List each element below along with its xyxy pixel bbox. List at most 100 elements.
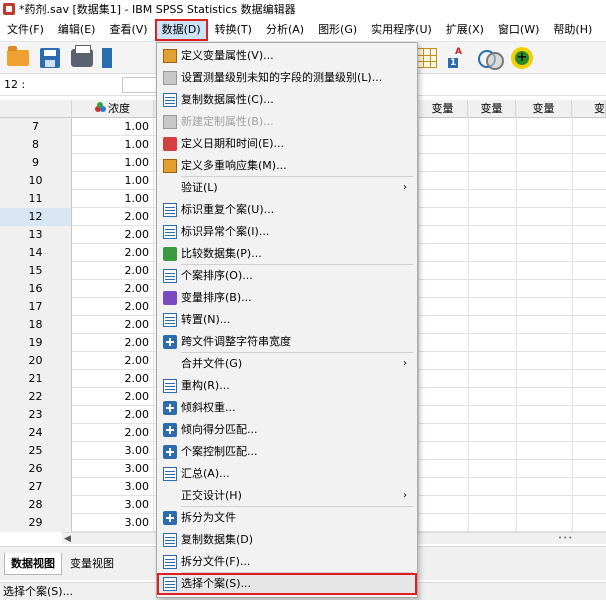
cell-value[interactable]: 2.00 [72,388,154,406]
cell-value[interactable]: 1.00 [72,154,154,172]
row-number[interactable]: 14 [0,244,72,262]
tab-data-view[interactable]: 数据视图 [4,553,62,575]
cell-value[interactable]: 2.00 [72,280,154,298]
row-number[interactable]: 11 [0,190,72,208]
cell-value[interactable]: 2.00 [72,352,154,370]
data-menu-item[interactable]: 拆分为文件 [157,507,417,529]
column-divider [418,226,419,244]
corner-cell[interactable] [0,100,72,118]
menu-0[interactable]: 文件(F) [0,19,51,41]
menu-4[interactable]: 转换(T) [208,19,259,41]
menu-2[interactable]: 查看(V) [102,19,154,41]
row-number[interactable]: 29 [0,514,72,532]
data-menu-item[interactable]: 变量排序(B)... [157,287,417,309]
row-number[interactable]: 19 [0,334,72,352]
data-menu-item[interactable]: 定义日期和时间(E)... [157,133,417,155]
cell-value[interactable]: 3.00 [72,478,154,496]
data-menu-item[interactable]: 复制数据属性(C)... [157,89,417,111]
cell-value[interactable]: 2.00 [72,424,154,442]
data-menu-item[interactable]: 个案控制匹配... [157,441,417,463]
cell-value[interactable]: 3.00 [72,514,154,532]
cell-value[interactable]: 2.00 [72,316,154,334]
row-number[interactable]: 27 [0,478,72,496]
row-number[interactable]: 22 [0,388,72,406]
menu-1[interactable]: 编辑(E) [51,19,103,41]
row-number[interactable]: 15 [0,262,72,280]
row-number[interactable]: 18 [0,316,72,334]
cell-value[interactable]: 2.00 [72,334,154,352]
row-number[interactable]: 20 [0,352,72,370]
data-menu-item[interactable]: 倾斜权重... [157,397,417,419]
column-divider [468,388,469,406]
extension-hub-button[interactable]: + [508,45,536,71]
data-menu-item[interactable]: 拆分文件(F)... [157,551,417,573]
row-number[interactable]: 26 [0,460,72,478]
data-menu-item[interactable]: 设置测量级别未知的字段的测量级别(L)... [157,67,417,89]
data-menu-item[interactable]: 复制数据集(D) [157,529,417,551]
menu-9[interactable]: 窗口(W) [491,19,546,41]
cell-value[interactable]: 1.00 [72,118,154,136]
cell-value[interactable]: 2.00 [72,406,154,424]
cell-value[interactable]: 3.00 [72,442,154,460]
row-number[interactable]: 24 [0,424,72,442]
print-button[interactable] [68,44,96,71]
cell-value[interactable]: 2.00 [72,226,154,244]
menu-3[interactable]: 数据(D) [154,18,208,41]
data-menu-item[interactable]: 比较数据集(P)... [157,243,417,265]
cell-value[interactable]: 2.00 [72,298,154,316]
column-header[interactable]: 变量 [516,100,572,118]
row-number[interactable]: 25 [0,442,72,460]
column-header-variable[interactable]: 浓度 [72,100,154,118]
data-menu-item[interactable]: 倾向得分匹配... [157,419,417,441]
cell-value[interactable]: 2.00 [72,208,154,226]
open-file-button[interactable] [4,45,32,71]
row-number[interactable]: 13 [0,226,72,244]
row-number[interactable]: 12 [0,208,72,226]
row-number[interactable]: 9 [0,154,72,172]
data-menu-item[interactable]: 合并文件(G) › [157,353,417,375]
value-labels-button[interactable]: A1 [444,45,472,71]
cell-value[interactable]: 3.00 [72,496,154,514]
cell-value[interactable]: 3.00 [72,460,154,478]
cell-value[interactable]: 2.00 [72,244,154,262]
data-menu-item[interactable]: 正交设计(H) › [157,485,417,507]
menu-8[interactable]: 扩展(X) [439,19,491,41]
data-menu-item[interactable]: 标识异常个案(I)... [157,221,417,243]
row-number[interactable]: 28 [0,496,72,514]
row-number[interactable]: 8 [0,136,72,154]
menu-10[interactable]: 帮助(H) [546,19,599,41]
data-menu-item[interactable]: 跨文件调整字符串宽度 [157,331,417,353]
scroll-grip-icon[interactable]: ••• [558,535,576,542]
cell-value[interactable]: 2.00 [72,370,154,388]
data-menu-item[interactable]: 汇总(A)... [157,463,417,485]
scroll-left-icon[interactable]: ◀ [64,533,71,545]
cell-value[interactable]: 1.00 [72,136,154,154]
column-header[interactable]: 变量 [418,100,468,118]
row-number[interactable]: 16 [0,280,72,298]
data-menu-item[interactable]: 个案排序(O)... [157,265,417,287]
data-menu-item[interactable]: 验证(L) › [157,177,417,199]
data-menu-item[interactable]: 选择个案(S)... [157,573,417,595]
column-header[interactable]: 变 [572,100,606,118]
cell-value[interactable]: 1.00 [72,172,154,190]
row-number[interactable]: 21 [0,370,72,388]
menu-5[interactable]: 分析(A) [259,19,311,41]
data-menu-item[interactable]: 转置(N)... [157,309,417,331]
column-header[interactable]: 变量 [468,100,516,118]
menu-6[interactable]: 图形(G) [311,19,364,41]
cell-value[interactable]: 2.00 [72,262,154,280]
menu-7[interactable]: 实用程序(U) [364,19,439,41]
row-number[interactable]: 23 [0,406,72,424]
data-menu-item[interactable]: 定义变量属性(V)... [157,45,417,67]
row-number[interactable]: 10 [0,172,72,190]
recall-dialog-button[interactable] [100,45,114,71]
save-button[interactable] [36,45,64,71]
cell-value[interactable]: 1.00 [72,190,154,208]
data-menu-item[interactable]: 标识重复个案(U)... [157,199,417,221]
use-sets-button[interactable] [476,45,504,71]
row-number[interactable]: 17 [0,298,72,316]
data-menu-item[interactable]: 定义多重响应集(M)... [157,155,417,177]
data-menu-item[interactable]: 重构(R)... [157,375,417,397]
tab-variable-view[interactable]: 变量视图 [64,553,120,575]
row-number[interactable]: 7 [0,118,72,136]
